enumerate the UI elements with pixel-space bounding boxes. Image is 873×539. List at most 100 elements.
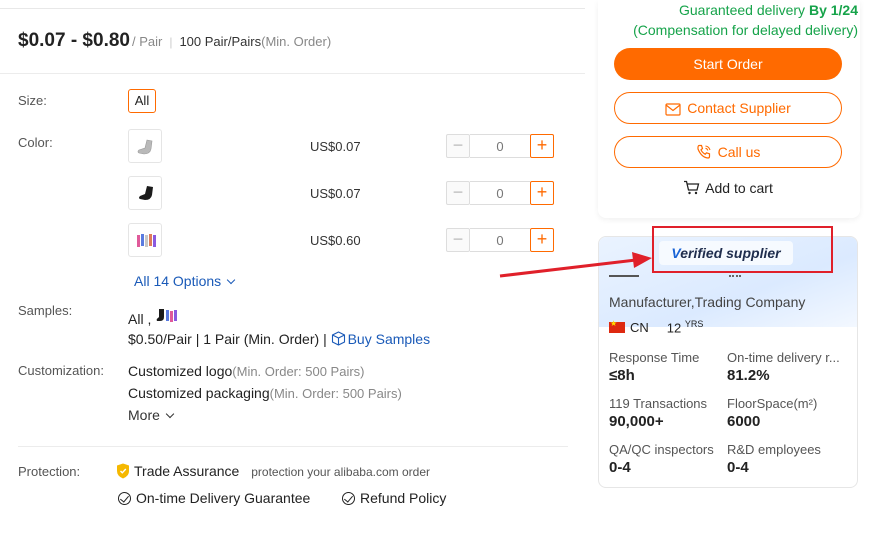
stat-value: 81.2% [727, 367, 770, 384]
shield-icon [117, 463, 129, 479]
color-row: US$0.07 − + [128, 176, 558, 212]
increase-button[interactable]: + [530, 228, 554, 252]
guarantee-text: Guaranteed delivery [678, 2, 806, 18]
stat-value: 0-4 [609, 459, 631, 476]
compensation-note: (Compensation for delayed delivery) [633, 22, 858, 38]
guarantee-date: By 1/24 [808, 2, 858, 18]
stat-value: 6000 [727, 413, 761, 430]
cube-icon [331, 331, 345, 346]
years-unit: YRS [684, 319, 704, 329]
decrease-button[interactable]: − [446, 134, 470, 158]
grey-sock-icon [137, 139, 153, 155]
custom-packaging-note: (Min. Order: 500 Pairs) [269, 386, 402, 401]
add-to-cart-label: Add to cart [705, 180, 773, 196]
order-card: Guaranteed delivery By 1/24 (Compensatio… [598, 0, 860, 218]
samples-price-row: $0.50/Pair | 1 Pair (Min. Order) | Buy S… [128, 331, 430, 347]
cart-icon [684, 180, 700, 195]
protection-label: Protection: [18, 464, 81, 479]
color-swatch-black-sock[interactable] [128, 176, 162, 210]
custom-logo: Customized logo [128, 363, 233, 379]
min-order-quantity: 100 Pair/Pairs [179, 34, 262, 49]
check-circle-icon [118, 492, 131, 505]
buy-samples-label: Buy Samples [347, 331, 431, 347]
quantity-input[interactable] [470, 228, 530, 252]
quantity-input[interactable] [470, 181, 530, 205]
stat-label: 119 Transactions [609, 396, 708, 411]
stat-qa-qc-inspectors: QA/QC inspectors 0-4 [609, 442, 729, 476]
top-divider [0, 8, 585, 9]
trade-assurance-note: protection your alibaba.com order [251, 465, 430, 479]
add-to-cart-button[interactable]: Add to cart [614, 180, 842, 196]
delivery-guarantee-row: On-time Delivery Guarantee [118, 490, 310, 506]
sample-min-order: 1 Pair (Min. Order) [203, 331, 320, 347]
color-swatch-multipack[interactable] [128, 223, 162, 257]
supplier-location: CN 12 YRS [609, 319, 703, 335]
contact-supplier-button[interactable]: Contact Supplier [614, 92, 842, 124]
custom-packaging: Customized packaging [128, 385, 270, 401]
stat-value: ≤8h [609, 367, 635, 384]
stat-label: R&D employees [727, 442, 821, 457]
samples-value-row: All , [128, 307, 179, 327]
samples-label: Samples: [18, 303, 73, 318]
increase-button[interactable]: + [530, 181, 554, 205]
quantity-stepper: − + [446, 228, 554, 252]
quantity-input[interactable] [470, 134, 530, 158]
price-unit: / Pair [131, 34, 163, 49]
color-price: US$0.07 [310, 139, 361, 154]
call-us-button[interactable]: Call us [614, 136, 842, 168]
delivery-guarantee-banner: Guaranteed delivery By 1/24 (Compensatio… [618, 0, 858, 40]
color-label: Color: [18, 135, 53, 150]
chevron-down-icon [226, 275, 236, 285]
country-code: CN [630, 319, 649, 335]
stat-label: QA/QC inspectors [609, 442, 714, 457]
supplier-card[interactable]: Verified supplier Manufacturer,Trading C… [598, 236, 858, 488]
call-us-label: Call us [717, 144, 761, 160]
start-order-button[interactable]: Start Order [614, 48, 842, 80]
contact-supplier-label: Contact Supplier [687, 100, 791, 116]
more-link[interactable]: More [128, 407, 175, 423]
buy-samples-link[interactable]: Buy Samples [331, 331, 430, 347]
chevron-down-icon [165, 409, 175, 419]
black-sock-icon [139, 186, 153, 200]
color-price: US$0.60 [310, 233, 361, 248]
size-option-all[interactable]: All [128, 89, 156, 113]
stat-label: FloorSpace(m²) [727, 396, 818, 411]
more-label: More [128, 407, 160, 423]
guarantee-line: Guaranteed delivery By 1/24 [618, 0, 858, 20]
all-options-link[interactable]: All 14 Options [134, 273, 236, 289]
quantity-stepper: − + [446, 181, 554, 205]
annotation-highlight-box [652, 226, 833, 273]
phone-icon [696, 144, 711, 159]
stat-value: 90,000+ [609, 413, 664, 430]
price-divider [0, 73, 585, 74]
refund-policy: Refund Policy [360, 490, 447, 506]
section-divider [18, 446, 568, 447]
price-separator: | [169, 35, 173, 49]
custom-logo-note: (Min. Order: 500 Pairs) [232, 364, 365, 379]
trade-assurance-row: Trade Assurance protection your alibaba.… [116, 463, 430, 479]
stat-floor-space: FloorSpace(m²) 6000 [727, 396, 847, 430]
mail-icon [665, 103, 681, 116]
all-options-label: All 14 Options [134, 273, 222, 289]
trade-assurance: Trade Assurance [134, 463, 240, 479]
refund-policy-row: Refund Policy [342, 490, 446, 506]
sample-socks-icon [156, 309, 178, 322]
sample-price: $0.50/Pair [128, 331, 192, 347]
min-order-note: (Min. Order) [261, 34, 332, 49]
stat-label: On-time delivery r... [727, 350, 840, 365]
business-type: Manufacturer,Trading Company [609, 294, 806, 310]
samples-separator: | [323, 331, 327, 347]
color-swatch-grey-sock[interactable] [128, 129, 162, 163]
size-label: Size: [18, 93, 47, 108]
masked-company-name [729, 275, 741, 277]
samples-value: All , [128, 311, 152, 327]
decrease-button[interactable]: − [446, 181, 470, 205]
stat-response-time: Response Time ≤8h [609, 350, 729, 384]
sock-multipack-icon [137, 234, 156, 247]
increase-button[interactable]: + [530, 134, 554, 158]
stat-transactions: 119 Transactions 90,000+ [609, 396, 729, 430]
color-row: US$0.07 − + [128, 129, 558, 165]
check-circle-icon [342, 492, 355, 505]
customization-label: Customization: [18, 363, 104, 378]
decrease-button[interactable]: − [446, 228, 470, 252]
